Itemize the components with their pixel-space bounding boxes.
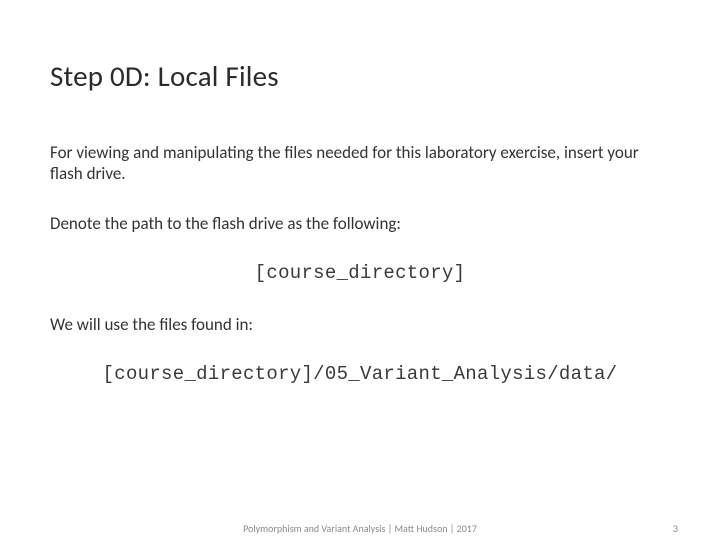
page-number: 3 xyxy=(673,522,678,535)
footer-text: Polymorphism and Variant Analysis | Matt… xyxy=(243,522,477,535)
paragraph-denote: Denote the path to the flash drive as th… xyxy=(50,213,670,234)
code-data-path: [course_directory]/05_Variant_Analysis/d… xyxy=(50,363,670,385)
paragraph-intro: For viewing and manipulating the files n… xyxy=(50,142,670,185)
slide: Step 0D: Local Files For viewing and man… xyxy=(0,0,720,540)
code-course-directory: [course_directory] xyxy=(50,262,670,284)
paragraph-files-in: We will use the files found in: xyxy=(50,314,670,335)
slide-title: Step 0D: Local Files xyxy=(50,58,670,94)
